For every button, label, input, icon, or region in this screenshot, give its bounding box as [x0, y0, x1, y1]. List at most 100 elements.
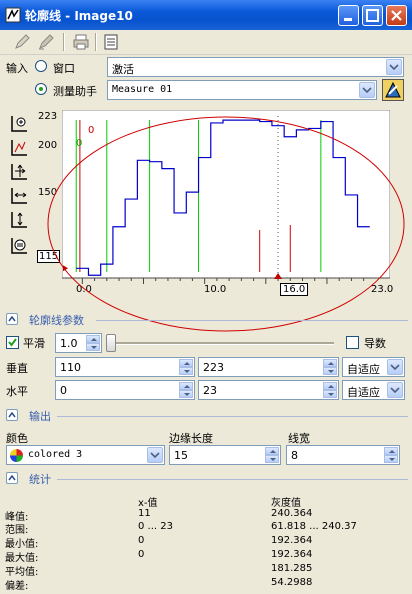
smooth-slider-track[interactable] — [106, 342, 334, 345]
stats-x-value: 0 — [138, 535, 145, 546]
stats-row-label: 偏差: — [5, 581, 29, 592]
maximize-icon — [366, 9, 379, 22]
spin-down-icon[interactable] — [323, 390, 337, 398]
window-select[interactable]: 激活 — [107, 57, 404, 77]
spin-buttons[interactable] — [384, 447, 398, 463]
center-icon[interactable] — [9, 236, 29, 256]
document-icon[interactable] — [102, 33, 120, 51]
stats-x-value: 0 ... 23 — [138, 521, 173, 532]
spin-up-icon[interactable] — [384, 447, 398, 455]
horizontal-min-value: 0 — [60, 384, 67, 397]
derivative-label: 导数 — [364, 337, 386, 350]
spin-up-icon[interactable] — [323, 359, 337, 367]
stats-x-value: 0 — [138, 549, 145, 560]
vertical-mode-value: 自适应 — [347, 363, 380, 376]
vertical-min-spinbox[interactable]: 110 — [55, 357, 195, 377]
stats-x-value: 11 — [138, 508, 151, 519]
collapse-output-button[interactable] — [6, 409, 18, 421]
section-divider — [57, 479, 408, 480]
close-button[interactable] — [386, 5, 407, 26]
chevron-down-icon[interactable] — [387, 359, 403, 375]
smooth-label: 平滑 — [23, 337, 45, 350]
chevron-up-icon — [8, 475, 16, 481]
chevron-down-icon[interactable] — [359, 82, 375, 98]
measure-tool-icon — [385, 81, 401, 98]
stats-col-x: x-值 — [138, 498, 158, 509]
profile-params-title: 轮廓线参数 — [29, 314, 84, 327]
spin-down-icon[interactable] — [86, 343, 100, 351]
spin-buttons[interactable] — [86, 335, 100, 351]
maximize-button[interactable] — [362, 5, 383, 26]
stats-gray-value: 61.818 ... 240.37 — [271, 521, 357, 532]
pencil-edit-icon[interactable] — [37, 33, 55, 51]
chevron-down-icon[interactable] — [386, 59, 402, 75]
chevron-up-icon — [8, 412, 16, 418]
minimize-icon — [344, 18, 352, 21]
window-title: 轮廓线 - Image10 — [25, 9, 133, 23]
minimize-button[interactable] — [338, 5, 359, 26]
zoom-both-icon[interactable] — [9, 162, 29, 182]
stats-row-label: 范围: — [5, 525, 29, 536]
spin-up-icon[interactable] — [323, 382, 337, 390]
color-label: 颜色 — [6, 432, 28, 445]
app-icon — [5, 7, 21, 23]
close-icon — [391, 10, 402, 21]
window-radio-label: 窗口 — [53, 62, 75, 75]
horizontal-mode-select[interactable]: 自适应 — [342, 380, 405, 400]
spin-up-icon[interactable] — [179, 359, 193, 367]
spin-up-icon[interactable] — [179, 382, 193, 390]
measure-radio[interactable] — [35, 83, 47, 95]
spin-buttons[interactable] — [179, 382, 193, 398]
spin-buttons[interactable] — [323, 359, 337, 375]
measure-assistant-button[interactable] — [382, 79, 404, 101]
pencil-icon[interactable] — [13, 33, 31, 51]
vertical-max-spinbox[interactable]: 223 — [198, 357, 339, 377]
collapse-stats-button[interactable] — [6, 472, 18, 484]
print-icon[interactable] — [72, 33, 90, 51]
smooth-slider-thumb[interactable] — [106, 334, 116, 352]
spin-buttons[interactable] — [265, 447, 279, 463]
horizontal-min-spinbox[interactable]: 0 — [55, 380, 195, 400]
derivative-checkbox[interactable] — [346, 336, 359, 349]
output-title: 输出 — [29, 410, 51, 423]
zoom-in-icon[interactable] — [9, 114, 29, 134]
spin-buttons[interactable] — [179, 359, 193, 375]
spin-up-icon[interactable] — [86, 335, 100, 343]
measure-select[interactable]: Measure 01 — [107, 80, 377, 100]
horizontal-max-spinbox[interactable]: 23 — [198, 380, 339, 400]
fit-icon[interactable] — [9, 138, 29, 158]
spin-down-icon[interactable] — [265, 455, 279, 463]
line-width-spinbox[interactable]: 8 — [286, 445, 400, 465]
spin-up-icon[interactable] — [265, 447, 279, 455]
stats-gray-value: 192.364 — [271, 535, 313, 546]
stats-row-label: 最大值: — [5, 553, 39, 564]
chevron-down-icon[interactable] — [387, 382, 403, 398]
window-radio[interactable] — [35, 60, 47, 72]
chevron-down-icon[interactable] — [147, 447, 163, 463]
spin-down-icon[interactable] — [384, 455, 398, 463]
line-width-label: 线宽 — [288, 432, 310, 445]
horizontal-mode-value: 自适应 — [347, 386, 380, 399]
vertical-max-value: 223 — [203, 361, 224, 374]
spin-buttons[interactable] — [323, 382, 337, 398]
spin-down-icon[interactable] — [323, 367, 337, 375]
edge-length-spinbox[interactable]: 15 — [169, 445, 281, 465]
vertical-label: 垂直 — [6, 362, 28, 375]
toolbar-separator — [95, 33, 97, 51]
smooth-checkbox[interactable] — [6, 336, 19, 349]
stats-title: 统计 — [29, 473, 51, 486]
spin-down-icon[interactable] — [179, 390, 193, 398]
measure-radio-label: 测量助手 — [53, 85, 97, 98]
vertical-mode-select[interactable]: 自适应 — [342, 357, 405, 377]
line-width-value: 8 — [291, 449, 298, 462]
annotation-ellipse — [47, 116, 405, 332]
smooth-spinbox[interactable]: 1.0 — [55, 333, 102, 353]
window-select-value: 激活 — [112, 63, 134, 76]
zoom-vertical-icon[interactable] — [9, 210, 29, 230]
section-divider — [57, 416, 408, 417]
section-divider — [96, 320, 408, 321]
zoom-horizontal-icon[interactable] — [9, 186, 29, 206]
collapse-profile-params-button[interactable] — [6, 313, 18, 325]
spin-down-icon[interactable] — [179, 367, 193, 375]
color-select[interactable]: colored 3 — [6, 445, 165, 465]
